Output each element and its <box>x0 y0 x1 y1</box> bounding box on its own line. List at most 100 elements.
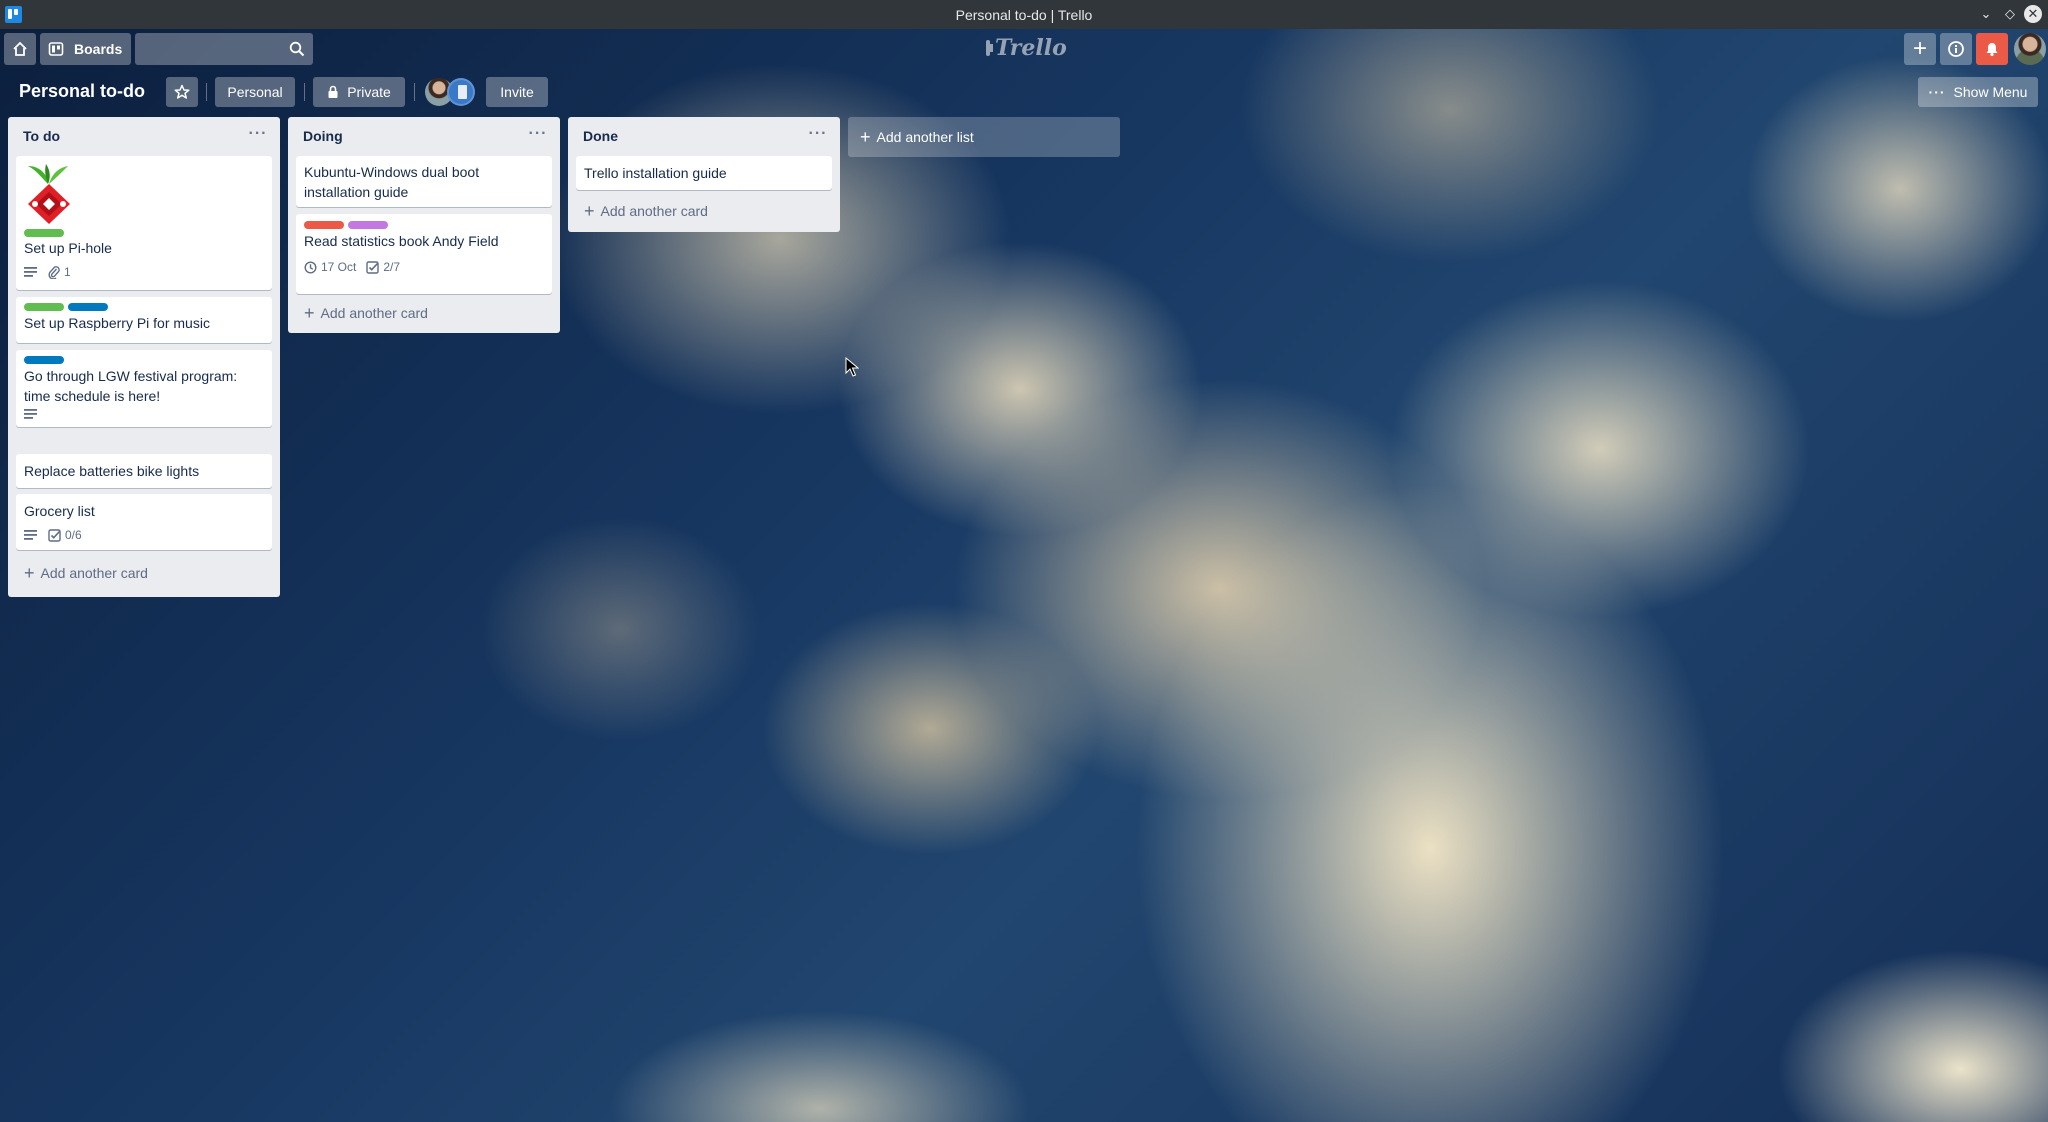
checklist-count: 0/6 <box>65 528 82 542</box>
checklist-icon <box>48 528 61 542</box>
list-menu-icon[interactable]: ··· <box>806 125 830 147</box>
description-icon <box>24 530 37 540</box>
boards-label: Boards <box>74 41 123 57</box>
card-labels <box>24 229 64 237</box>
board-title[interactable]: Personal to-do <box>19 81 145 102</box>
close-icon[interactable]: ✕ <box>2024 5 2042 23</box>
checklist-count: 2/7 <box>383 260 401 274</box>
card-badges: 1 <box>24 265 71 279</box>
plus-icon: + <box>24 562 35 583</box>
card-labels <box>24 356 64 364</box>
card-badges: 17 Oct 2/7 <box>304 260 400 274</box>
paperclip-icon <box>48 266 60 279</box>
add-list-button[interactable]: + Add another list <box>848 117 1120 157</box>
attachment-badge: 1 <box>48 265 71 279</box>
card-title: Set up Raspberry Pi for music <box>24 315 210 331</box>
trello-logo[interactable]: Trello <box>986 35 1067 61</box>
card-kubuntu-dual-boot[interactable]: Kubuntu-Windows dual boot installation g… <box>296 156 552 207</box>
list-title[interactable]: Done <box>583 128 618 144</box>
info-button[interactable] <box>1940 33 1972 65</box>
app-header: Boards Trello + <box>0 29 2048 69</box>
description-icon <box>24 409 37 419</box>
card-title: Go through LGW festival program: time sc… <box>24 368 238 404</box>
notifications-button[interactable] <box>1976 33 2008 65</box>
card-set-up-pi-hole[interactable]: Set up Pi-hole 1 <box>16 156 272 290</box>
list-doing[interactable]: Doing ··· Kubuntu-Windows dual boot inst… <box>288 117 560 333</box>
list-header[interactable]: Doing ··· <box>288 117 560 155</box>
member-avatar[interactable] <box>447 78 475 106</box>
boards-button[interactable]: Boards <box>40 33 131 65</box>
show-menu-label: Show Menu <box>1953 84 2028 100</box>
list-menu-icon[interactable]: ··· <box>526 125 550 147</box>
card-title: Trello installation guide <box>584 165 727 181</box>
add-card-button[interactable]: + Add another card <box>16 559 272 587</box>
list-todo[interactable]: To do ··· Set up Pi-hole 1 Set up Raspbe… <box>8 117 280 597</box>
plus-icon: + <box>860 126 871 147</box>
create-button[interactable]: + <box>1904 33 1936 65</box>
trello-logo-text: Trello <box>995 35 1067 61</box>
label-blue <box>68 303 108 311</box>
card-set-up-raspberry-pi[interactable]: Set up Raspberry Pi for music <box>16 297 272 343</box>
label-red <box>304 221 344 229</box>
maximize-icon[interactable]: ◇ <box>2000 4 2020 24</box>
list-header[interactable]: Done ··· <box>568 117 840 155</box>
card-title: Kubuntu-Windows dual boot installation g… <box>304 164 480 200</box>
search-input[interactable] <box>135 33 295 67</box>
list-header[interactable]: To do ··· <box>8 117 280 155</box>
card-badges <box>24 408 38 420</box>
due-date: 17 Oct <box>321 260 357 274</box>
card-trello-installation-guide[interactable]: Trello installation guide <box>576 156 832 190</box>
search-icon[interactable] <box>289 41 305 57</box>
bell-icon <box>1986 43 1998 57</box>
divider <box>414 83 415 101</box>
invite-button[interactable]: Invite <box>486 77 548 107</box>
card-grocery-list[interactable]: Grocery list 0/6 <box>16 494 272 550</box>
card-labels <box>24 303 108 311</box>
mouse-cursor-icon <box>845 357 859 377</box>
card-title: Set up Pi-hole <box>24 240 112 256</box>
list-title[interactable]: Doing <box>303 128 343 144</box>
lock-icon <box>328 85 338 98</box>
card-replace-batteries[interactable]: Replace batteries bike lights <box>16 454 272 488</box>
card-read-statistics-book[interactable]: Read statistics book Andy Field 17 Oct 2… <box>296 214 552 294</box>
divider <box>304 83 305 101</box>
checklist-badge: 2/7 <box>366 260 400 274</box>
description-icon <box>24 267 37 277</box>
add-card-button[interactable]: + Add another card <box>576 197 832 225</box>
home-button[interactable] <box>4 33 36 65</box>
trello-logo-icon <box>986 40 993 56</box>
visibility-button[interactable]: Private <box>313 77 405 107</box>
attachment-count: 1 <box>64 265 71 279</box>
pi-hole-logo <box>28 164 70 224</box>
list-title[interactable]: To do <box>23 128 60 144</box>
list-done[interactable]: Done ··· Trello installation guide + Add… <box>568 117 840 232</box>
label-green <box>24 229 64 237</box>
list-menu-icon[interactable]: ··· <box>246 125 270 147</box>
due-date-badge: 17 Oct <box>304 260 356 274</box>
plus-icon: + <box>1912 35 1927 62</box>
team-label: Personal <box>227 84 283 100</box>
user-avatar[interactable] <box>2014 33 2046 65</box>
team-button[interactable]: Personal <box>215 77 295 107</box>
add-card-button[interactable]: + Add another card <box>296 299 552 327</box>
label-green <box>24 303 64 311</box>
card-lgw-festival[interactable]: Go through LGW festival program: time sc… <box>16 350 272 427</box>
checklist-badge: 0/6 <box>48 528 82 542</box>
label-blue <box>24 356 64 364</box>
show-menu-button[interactable]: ··· Show Menu <box>1918 77 2038 107</box>
window-titlebar: Personal to-do | Trello ⌄ ◇ ✕ <box>0 0 2048 29</box>
description-badge <box>24 266 38 278</box>
visibility-label: Private <box>347 84 391 100</box>
card-title: Grocery list <box>24 503 95 519</box>
star-board-button[interactable] <box>166 77 198 107</box>
board-header: Personal to-do Personal Private Invite ·… <box>0 74 2048 110</box>
invite-label: Invite <box>500 84 534 100</box>
add-card-label: Add another card <box>320 305 428 321</box>
add-card-label: Add another card <box>40 565 148 581</box>
label-purple <box>348 221 388 229</box>
minimize-icon[interactable]: ⌄ <box>1976 4 1996 24</box>
boards-icon <box>48 42 64 56</box>
add-card-label: Add another card <box>600 203 708 219</box>
search-box[interactable] <box>135 33 313 67</box>
card-labels <box>304 221 388 229</box>
